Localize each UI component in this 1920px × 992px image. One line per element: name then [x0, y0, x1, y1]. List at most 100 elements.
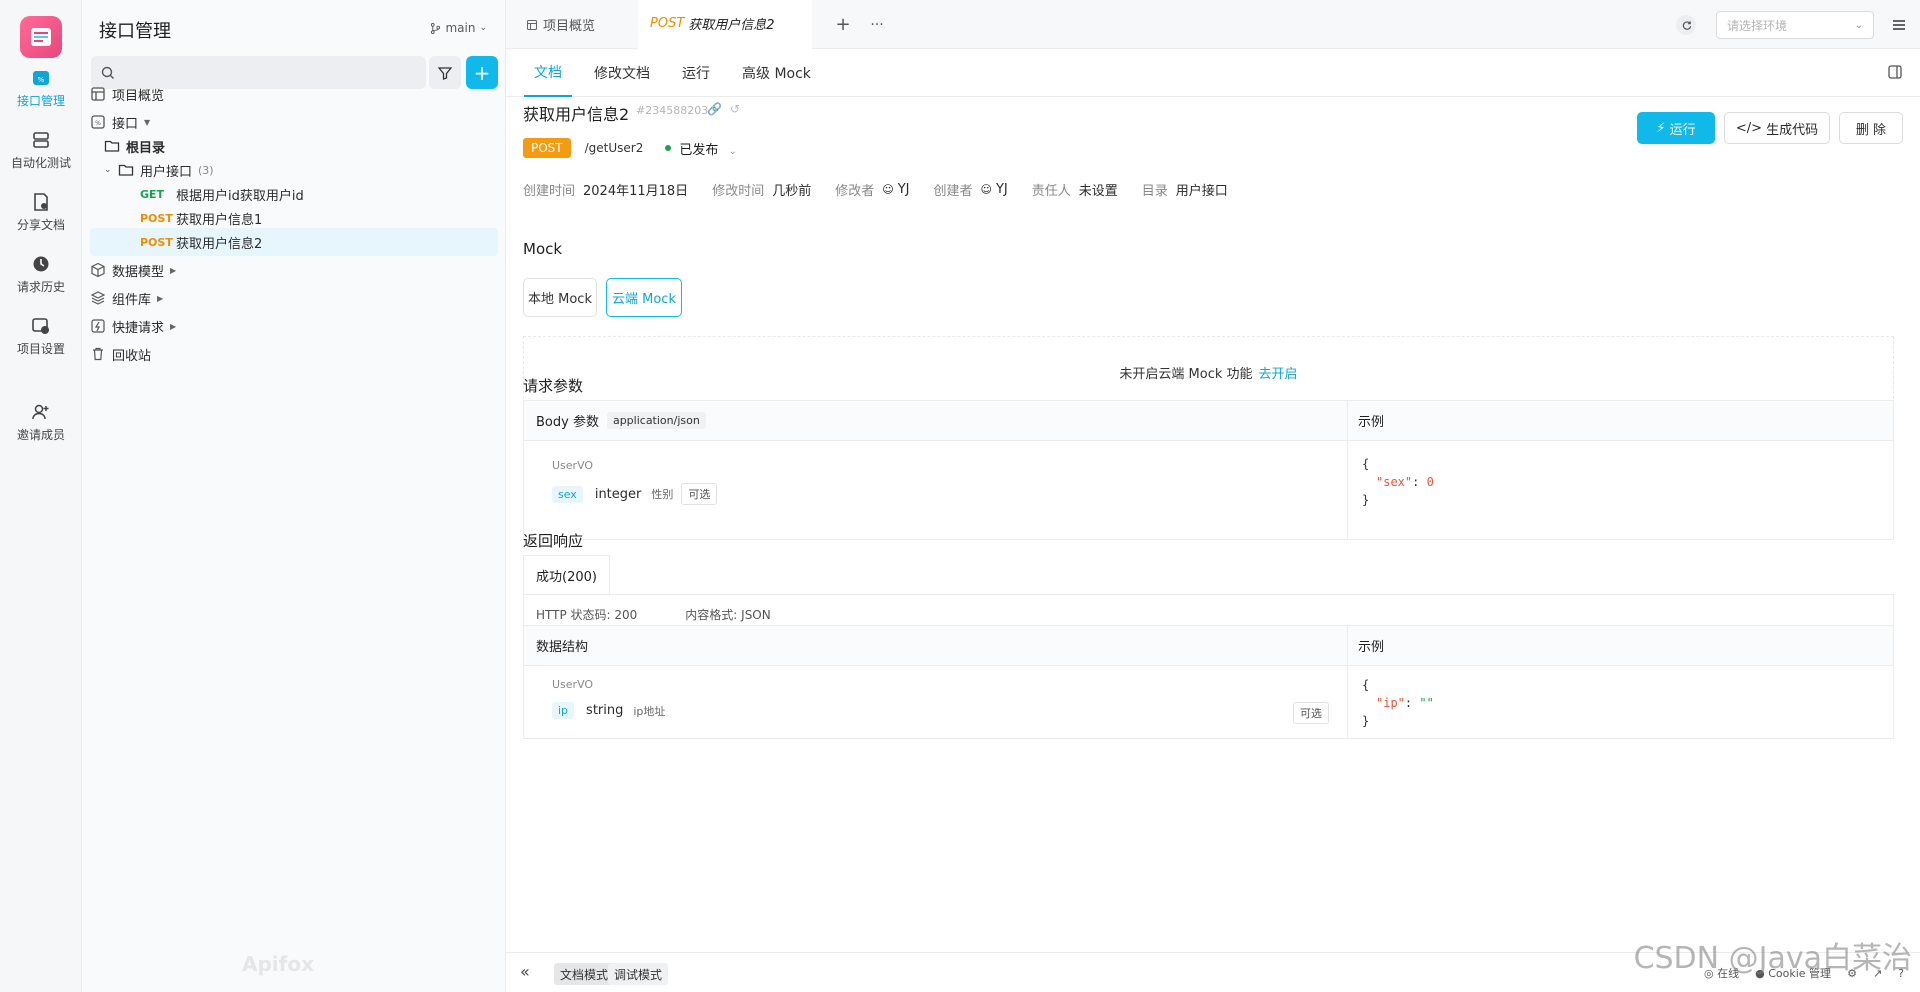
subtab-doc[interactable]: 文档: [524, 49, 572, 97]
menu-button[interactable]: [1888, 14, 1910, 36]
debug-mode-button[interactable]: 调试模式: [608, 963, 669, 985]
json-value: "": [1419, 696, 1434, 710]
more-tabs-button[interactable]: ···: [862, 0, 892, 49]
interface-icon: %: [91, 115, 105, 129]
lightning-icon: ⚡: [1656, 120, 1666, 136]
endpoint-name: 获取用户信息1: [176, 212, 263, 228]
caret-right-icon: ▶: [157, 293, 164, 303]
optional-tag: 可选: [1293, 702, 1329, 724]
info-key: 修改者: [835, 184, 875, 199]
tree-item-recycle-bin[interactable]: 回收站: [90, 340, 498, 368]
chevron-down-icon: ⌄: [479, 23, 487, 33]
json-brace: {: [1362, 457, 1370, 471]
sub-tab-bar: 文档 修改文档 运行 高级 Mock: [506, 49, 1920, 97]
rail-item-invite-members[interactable]: 邀请成员: [0, 402, 82, 443]
response-section-title: 返回响应: [523, 532, 584, 550]
subtab-label: 高级 Mock: [742, 66, 811, 82]
api-id: #234588203: [636, 104, 709, 117]
folder-open-icon: [118, 164, 134, 176]
method-badge: POST: [523, 138, 571, 158]
generate-code-label: 生成代码: [1766, 122, 1819, 138]
json-brace: }: [1362, 493, 1370, 507]
rail-label: 接口管理: [16, 94, 65, 108]
code-icon: </>: [1735, 120, 1763, 136]
response-struct-header: 数据结构 示例: [524, 626, 1893, 666]
user-avatar-icon: ☺: [980, 183, 992, 196]
publish-status[interactable]: 已发布 ⌄: [679, 139, 737, 158]
json-key: "ip": [1376, 696, 1405, 710]
tree-item-data-model[interactable]: 数据模型 ▶: [90, 256, 498, 284]
environment-select[interactable]: 请选择环境 ⌄: [1716, 11, 1874, 39]
sidebar-title: 接口管理: [99, 21, 171, 42]
subtab-run[interactable]: 运行: [682, 49, 710, 97]
rail-item-history[interactable]: 请求历史: [0, 254, 82, 295]
field-description: 性别: [651, 488, 674, 501]
tab-active-endpoint[interactable]: POST 获取用户信息2: [638, 0, 812, 49]
copy-link-icon[interactable]: 🔗: [707, 102, 722, 116]
response-tab-label: 成功(200): [536, 570, 597, 585]
rail-item-api-management[interactable]: % 接口管理: [0, 68, 82, 109]
field-row: sex integer 性别 可选: [552, 483, 718, 505]
response-tab-200[interactable]: 成功(200): [523, 555, 610, 595]
rail-item-automation[interactable]: 自动化测试: [0, 130, 82, 171]
more-icon: ···: [870, 16, 884, 33]
example-panel: { "ip": "" }: [1348, 666, 1893, 738]
subtab-advanced-mock[interactable]: 高级 Mock: [742, 49, 811, 97]
rail-item-share-docs[interactable]: 分享文档: [0, 192, 82, 233]
field-name: sex: [552, 485, 583, 503]
tree-label: 接口: [112, 116, 139, 132]
tree-label: 项目概览: [112, 88, 165, 104]
json-colon: :: [1412, 475, 1427, 489]
csdn-watermark: CSDN @Java白菜治: [1633, 941, 1912, 976]
branch-selector[interactable]: main ⌄: [430, 21, 487, 35]
delete-button[interactable]: 删 除: [1839, 112, 1903, 144]
generate-code-button[interactable]: </> 生成代码: [1724, 112, 1830, 144]
tree-label: 快捷请求: [112, 320, 165, 336]
api-meta-row: POST /getUser2 已发布 ⌄: [523, 138, 737, 158]
share-icon[interactable]: ↺: [730, 102, 740, 116]
schema-name: UserVO: [552, 678, 594, 691]
info-value: 2024年11月18日: [583, 184, 689, 199]
search-input[interactable]: [123, 65, 403, 80]
tree-item-quick-request[interactable]: 快捷请求 ▶: [90, 312, 498, 340]
collapse-sidebar-button[interactable]: «: [520, 962, 530, 981]
local-mock-label: 本地 Mock: [528, 292, 592, 307]
doc-mode-button[interactable]: 文档模式: [554, 963, 615, 985]
cube-icon: [91, 262, 105, 278]
enable-cloud-mock-link[interactable]: 去开启: [1259, 363, 1298, 382]
tab-label: 获取用户信息2: [688, 18, 775, 33]
lightning-icon: [91, 319, 105, 333]
tree-item-project-overview[interactable]: 项目概览: [90, 80, 498, 108]
subtab-label: 运行: [682, 66, 710, 82]
local-mock-button[interactable]: 本地 Mock: [523, 278, 597, 317]
subtab-edit-doc[interactable]: 修改文档: [594, 49, 650, 97]
tab-bar: 项目概览 POST 获取用户信息2 + ··· 请选择环境 ⌄: [506, 0, 1920, 49]
rail-label: 邀请成员: [16, 428, 65, 442]
json-brace: {: [1362, 678, 1370, 692]
caret-down-icon: ▼: [144, 117, 151, 127]
info-value: 用户接口: [1175, 184, 1228, 199]
optional-tag: 可选: [681, 483, 718, 505]
refresh-button[interactable]: [1676, 15, 1696, 35]
folder-icon: [104, 140, 120, 152]
svg-text:%: %: [38, 76, 45, 84]
tab-project-overview[interactable]: 项目概览: [506, 0, 638, 49]
panel-toggle-button[interactable]: [1888, 65, 1902, 83]
cloud-mock-button[interactable]: 云端 Mock: [606, 278, 682, 317]
rail-item-project-settings[interactable]: 项目设置: [0, 316, 82, 357]
tree-item-endpoint-selected[interactable]: POST 获取用户信息2: [90, 228, 498, 256]
tree-label: 回收站: [112, 348, 152, 364]
api-path: /getUser2: [584, 141, 644, 155]
json-colon: :: [1404, 696, 1420, 710]
info-key: 修改时间: [712, 184, 765, 199]
tree-item-components[interactable]: 组件库 ▶: [90, 284, 498, 312]
example-header: 示例: [1348, 401, 1893, 440]
doc-content: 获取用户信息2 #234588203 🔗 ↺ ⚡ 运行 </> 生成代码 删 除…: [506, 97, 1920, 952]
data-struct-header: 数据结构: [524, 626, 1348, 665]
run-button[interactable]: ⚡ 运行: [1637, 112, 1715, 144]
info-value: YJ: [897, 182, 910, 197]
status-label: 已发布: [679, 142, 719, 158]
split-panel-icon: [1888, 65, 1902, 79]
new-tab-button[interactable]: +: [828, 0, 858, 49]
subtab-label: 文档: [534, 65, 562, 81]
